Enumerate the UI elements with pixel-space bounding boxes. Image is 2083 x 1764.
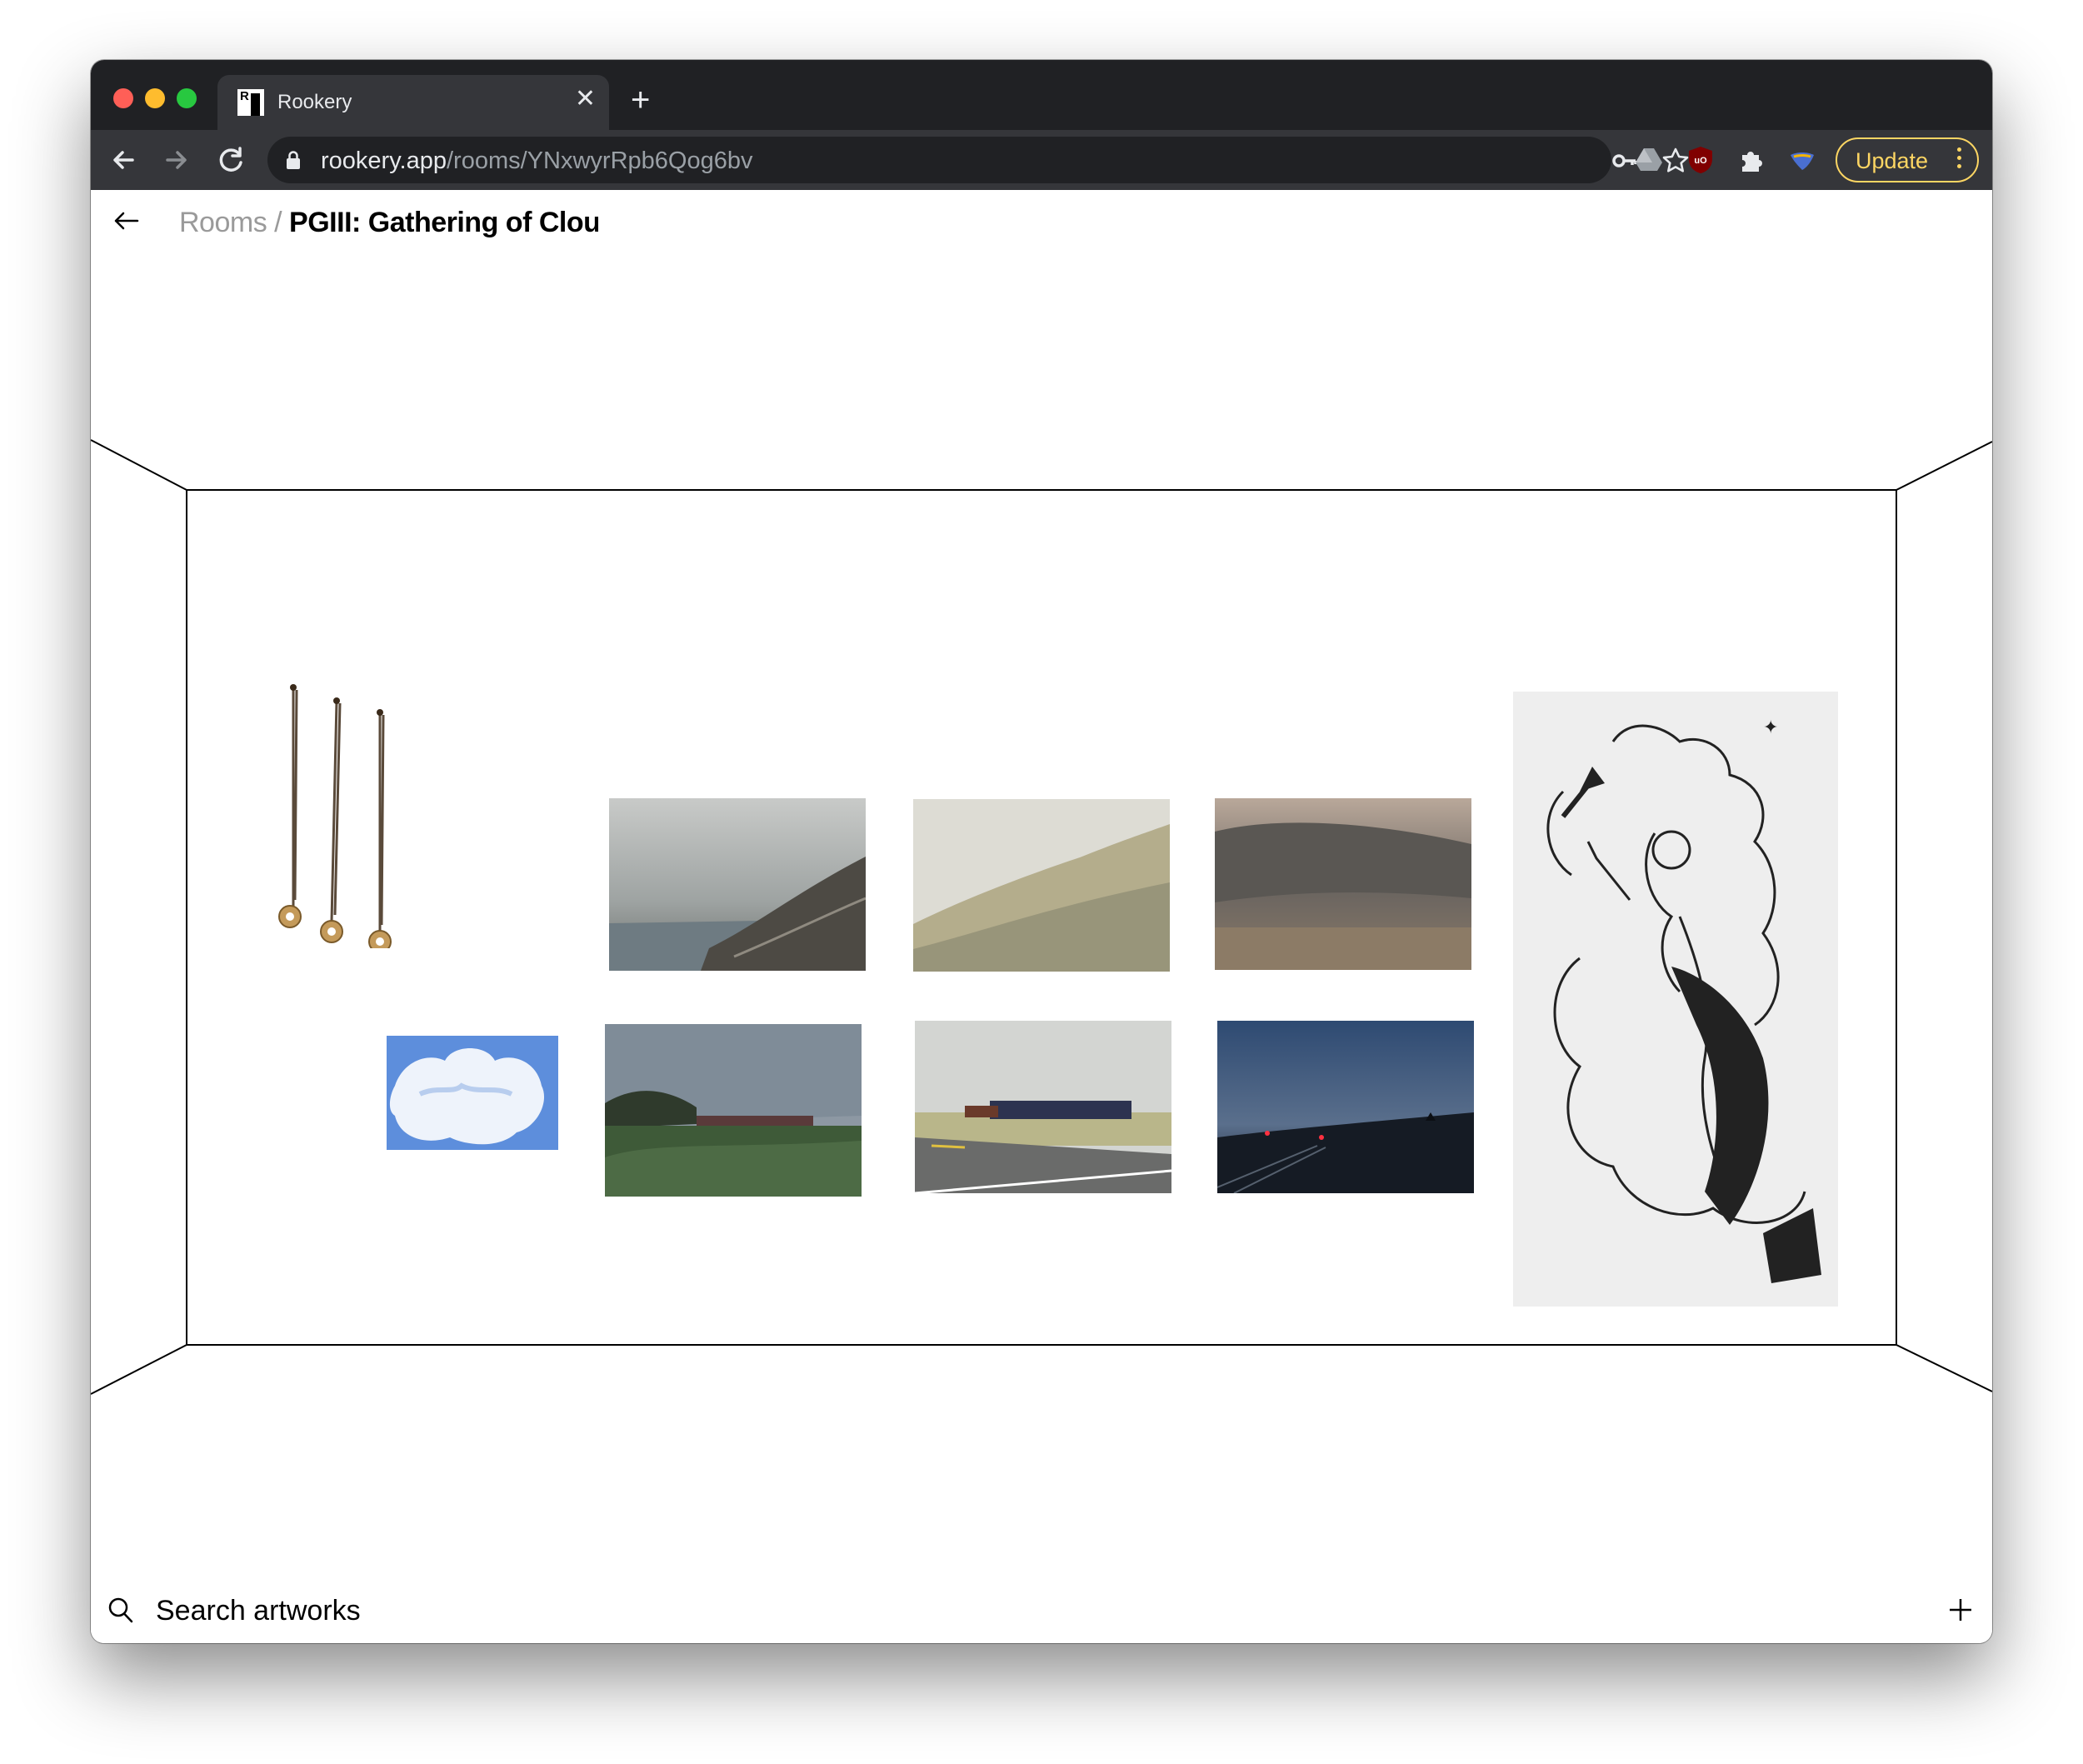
extensions-puzzle-icon[interactable] (1737, 145, 1767, 175)
search-icon (108, 1597, 133, 1623)
back-icon[interactable] (106, 142, 142, 178)
search-input[interactable]: Search artworks (156, 1595, 361, 1627)
artwork-cloud-field[interactable] (1215, 798, 1471, 970)
breadcrumb-rooms-link[interactable]: Rooms (179, 207, 267, 238)
forward-icon[interactable] (157, 142, 194, 178)
reload-icon[interactable] (212, 142, 249, 178)
url-text: rookery.app/rooms/YNxwyrRpb6Qog6bv (321, 147, 753, 174)
close-tab-icon[interactable]: ✕ (575, 87, 596, 112)
artwork-train-field[interactable] (605, 1024, 862, 1197)
artwork-coast-fog[interactable] (609, 798, 866, 971)
add-artwork-icon[interactable] (1947, 1597, 1974, 1623)
back-arrow-icon[interactable] (109, 207, 142, 235)
browser-tab[interactable]: R Rookery ✕ (217, 75, 609, 130)
page-title: PGIII: Gathering of Clouds (289, 207, 598, 238)
artwork-pins-sculpture[interactable] (262, 682, 395, 948)
browser-window: R Rookery ✕ + rookery.app/rooms/YNxwyrRp… (91, 60, 1992, 1643)
new-tab-icon[interactable]: + (631, 83, 650, 117)
menu-kebab-icon (1957, 147, 1962, 172)
close-window-button[interactable] (113, 88, 133, 108)
artwork-woman-cloud-drawing[interactable]: ✦ (1513, 692, 1838, 1307)
tab-title: Rookery (277, 91, 352, 113)
update-button[interactable]: Update (1836, 137, 1979, 182)
artwork-cloud-blue[interactable] (387, 1036, 558, 1150)
tab-bar: R Rookery ✕ + (91, 60, 1992, 130)
artwork-train-road[interactable] (915, 1021, 1171, 1193)
page-content: Rooms / PGIII: Gathering of Clouds ✦ Sea… (91, 190, 1992, 1643)
google-drive-icon[interactable] (1634, 145, 1664, 175)
extension-swirl-icon[interactable] (1787, 145, 1817, 175)
search-bar[interactable]: Search artworks (91, 1582, 1992, 1643)
breadcrumb: Rooms / PGIII: Gathering of Clouds (179, 207, 598, 239)
svg-text:✦: ✦ (1763, 717, 1778, 738)
address-bar[interactable]: rookery.app/rooms/YNxwyrRpb6Qog6bv (267, 137, 1689, 183)
lock-icon (287, 151, 300, 169)
artwork-dusk-tracks[interactable] (1217, 1021, 1474, 1193)
maximize-window-button[interactable] (177, 88, 197, 108)
ublock-origin-icon[interactable]: uO (1686, 145, 1716, 175)
artwork-misty-hillside[interactable] (913, 799, 1170, 972)
rookery-favicon-icon: R (237, 89, 264, 116)
browser-toolbar: rookery.app/rooms/YNxwyrRpb6Qog6bv uO Up… (91, 130, 1992, 190)
minimize-window-button[interactable] (145, 88, 165, 108)
svg-text:uO: uO (1694, 156, 1707, 166)
